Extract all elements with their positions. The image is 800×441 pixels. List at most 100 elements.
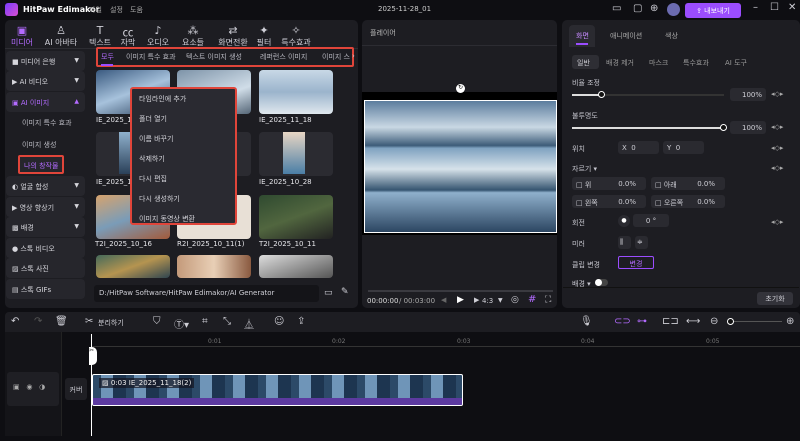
split-label[interactable]: 분리하기	[98, 318, 124, 328]
ratio-dropdown-icon[interactable]: ▼	[498, 297, 503, 304]
zoom-in-icon[interactable]: ⊕	[786, 316, 794, 327]
menu-file[interactable]: 파일	[89, 5, 102, 15]
rotate-handle-icon[interactable]: ↻	[456, 84, 465, 93]
prev-frame-icon[interactable]: ◀	[441, 296, 446, 304]
layout-icon[interactable]: ▭	[612, 3, 621, 14]
sidebar-item-ai-image[interactable]: ▣ AI 이미지 ▲	[6, 92, 85, 112]
maximize-icon[interactable]: ☐	[770, 2, 779, 13]
keyframe-icon[interactable]: ◂◇▸	[771, 90, 783, 98]
next-frame-icon[interactable]: ▶	[474, 296, 479, 304]
person-icon[interactable]: ☺	[274, 316, 284, 327]
keyframe-icon[interactable]: ◂◇▸	[771, 144, 783, 152]
opacity-slider-knob[interactable]	[720, 124, 727, 131]
mirror-horizontal-button[interactable]: ⫼	[618, 236, 631, 249]
keyframe-icon[interactable]: ◂◇▸	[771, 164, 783, 172]
opacity-slider[interactable]	[572, 124, 727, 131]
menu-rename[interactable]: 이름 바꾸기	[139, 134, 173, 144]
rotate-dial[interactable]: ●	[618, 215, 630, 227]
chevron-right-icon[interactable]: ›	[352, 52, 355, 60]
tab-image-more[interactable]: 이미지 스	[322, 52, 350, 62]
delete-icon[interactable]: 🗑	[55, 316, 68, 327]
sidebar-item-stock-gifs[interactable]: ▤ 스톡 GIFs	[6, 279, 85, 299]
tab-animation[interactable]: 애니메이션	[610, 31, 642, 41]
crop-top-input[interactable]: □ 위 0.0%	[572, 177, 646, 190]
media-thumb[interactable]	[96, 255, 170, 278]
tab-all[interactable]: 모두	[101, 52, 114, 62]
close-icon[interactable]: ✕	[788, 2, 796, 13]
mirror-vertical-button[interactable]: ≑	[635, 236, 648, 249]
menu-add-to-timeline[interactable]: 타임라인에 추가	[139, 94, 186, 104]
menu-settings[interactable]: 설정	[110, 5, 123, 15]
magnet-icon[interactable]: ⊶	[637, 316, 647, 327]
microphone-icon[interactable]: 🎙	[580, 316, 593, 327]
crop-right-input[interactable]: □ 오른쪽 0.0%	[651, 195, 725, 208]
lock-icon[interactable]: ▣	[13, 383, 20, 391]
menu-regenerate[interactable]: 다시 생성하기	[139, 194, 180, 204]
resize-icon[interactable]: ⤡	[223, 316, 231, 327]
download-icon[interactable]: ⊕	[650, 3, 658, 14]
keyframe-icon[interactable]: ◂◇▸	[771, 218, 783, 226]
tab-image-effects[interactable]: 이미지 특수 효과	[126, 52, 176, 62]
path-bar[interactable]: D:/HitPaw Software/HitPaw Edimakor/AI Ge…	[94, 285, 319, 302]
sidebar-item-stock-video[interactable]: ● 스톡 비디오	[6, 238, 85, 258]
volume-icon[interactable]: ◑	[39, 383, 45, 391]
change-button[interactable]: 변경	[618, 256, 654, 269]
zoom-slider[interactable]	[727, 318, 782, 325]
sidebar-item-enhancer[interactable]: ▶ 영상 향상기 ▼	[6, 197, 85, 217]
sidebar-item-ai-video[interactable]: ▶ AI 비디오 ▼	[6, 71, 85, 91]
scale-input[interactable]: 100%	[730, 88, 766, 101]
video-frame[interactable]	[364, 100, 557, 233]
menu-re-edit[interactable]: 다시 편집	[139, 174, 167, 184]
shield-icon[interactable]: ⛉	[153, 316, 161, 327]
background-toggle[interactable]	[595, 279, 608, 286]
tab-color[interactable]: 색상	[665, 31, 678, 41]
rotate-input[interactable]: 0 °	[633, 214, 669, 227]
sidebar-item-media-bank[interactable]: ■ 미디어 은행 ▼	[6, 51, 85, 71]
sidebar-item-stock-photo[interactable]: ▨ 스톡 사진	[6, 258, 85, 278]
media-thumb[interactable]	[259, 70, 333, 114]
subtab-effects[interactable]: 특수효과	[683, 58, 709, 68]
sidebar-item-face-swap[interactable]: ◐ 얼굴 합성 ▼	[6, 176, 85, 196]
subtab-general[interactable]: 일반	[572, 55, 599, 69]
grid-icon[interactable]: #	[528, 294, 536, 305]
tool-effects[interactable]: ✧ 특수효과	[274, 24, 318, 48]
text-tool-icon[interactable]: Ⓣ▾	[174, 316, 189, 331]
tool-media[interactable]: ▣ 미디어	[0, 24, 44, 48]
minimize-icon[interactable]: –	[753, 2, 758, 13]
tool-ai-avatar[interactable]: ♙ AI 아바타	[39, 24, 83, 48]
keyframe-icon[interactable]: ◂◇▸	[771, 123, 783, 131]
zoom-out-icon[interactable]: ⊖	[710, 316, 718, 327]
crop-left-input[interactable]: □ 왼쪽 0.0%	[572, 195, 646, 208]
crop-icon[interactable]: ⌗	[202, 316, 208, 327]
mirror-icon[interactable]: ⏅	[244, 316, 254, 331]
feedback-icon[interactable]: ▢	[633, 3, 642, 14]
tab-reference-image[interactable]: 레퍼런스 이미지	[260, 52, 307, 62]
tab-text-to-image[interactable]: 텍스트 이미지 생성	[186, 52, 242, 62]
position-y-input[interactable]: Y 0	[663, 141, 704, 154]
scale-slider[interactable]	[572, 91, 724, 98]
crop-label[interactable]: 자르기 ▾	[572, 164, 597, 174]
menu-image-to-video[interactable]: 이미지 동영상 변환	[139, 214, 195, 224]
avatar[interactable]	[667, 3, 680, 16]
link-icon[interactable]: ⊂⊃	[614, 316, 631, 327]
crop-bottom-input[interactable]: □ 아래 0.0%	[651, 177, 725, 190]
progress-track[interactable]	[368, 290, 553, 292]
export-frame-icon[interactable]: ⇪	[297, 316, 305, 327]
export-button[interactable]: ⇪ 내보내기	[685, 3, 741, 18]
subtab-bg-remove[interactable]: 배경 제거	[606, 58, 634, 68]
folder-open-icon[interactable]: ▭	[324, 288, 333, 298]
opacity-input[interactable]: 100%	[730, 121, 766, 134]
fullscreen-icon[interactable]: ⛶	[545, 295, 551, 305]
eye-icon[interactable]: ◉	[26, 383, 32, 391]
media-thumb[interactable]	[259, 195, 333, 239]
subtab-ai-tools[interactable]: AI 도구	[725, 58, 747, 68]
redo-icon[interactable]: ↷	[34, 316, 42, 327]
playhead-handle[interactable]: ✂	[89, 347, 97, 365]
undo-icon[interactable]: ↶	[11, 316, 19, 327]
sidebar-sub-image-generate[interactable]: 이미지 생성	[22, 140, 56, 150]
aspect-ratio[interactable]: 4:3	[482, 297, 493, 305]
media-thumb[interactable]	[259, 255, 333, 278]
fit-icon[interactable]: ⟷	[686, 316, 700, 327]
sidebar-sub-image-effects[interactable]: 이미지 특수 효과	[22, 118, 72, 128]
position-x-input[interactable]: X 0	[618, 141, 659, 154]
